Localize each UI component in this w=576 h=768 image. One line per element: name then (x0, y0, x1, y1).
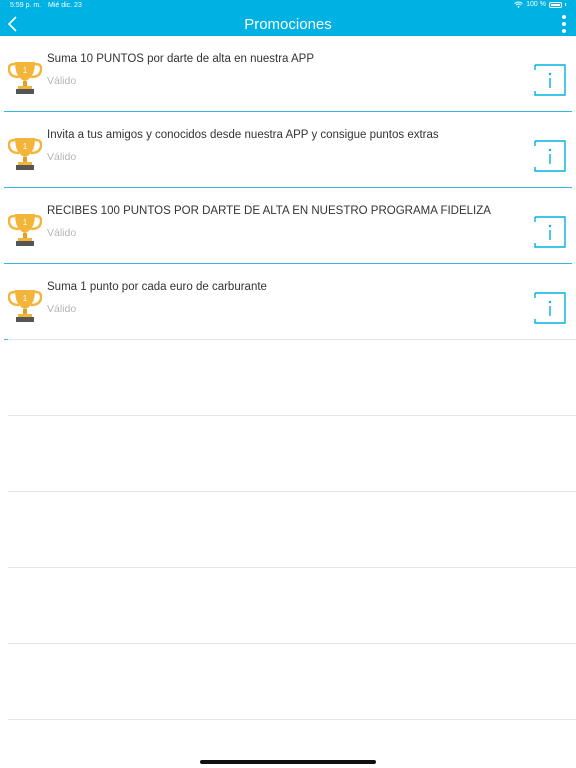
info-icon[interactable] (534, 140, 566, 172)
promotion-item[interactable]: 1 Invita a tus amigos y conocidos desde … (4, 112, 572, 188)
promotion-title: Invita a tus amigos y conocidos desde nu… (47, 129, 439, 141)
empty-row-divider (8, 339, 576, 340)
promotion-status: Válido (47, 75, 77, 87)
more-options-icon[interactable] (560, 14, 568, 34)
app-header: 5:59 p. m. Mié dic. 23 100 % Promociones (0, 0, 576, 36)
empty-row-divider (8, 719, 576, 720)
trophy-icon: 1 (8, 62, 42, 94)
promotion-title: RECIBES 100 PUNTOS POR DARTE DE ALTA EN … (47, 205, 491, 217)
status-right: 100 % (514, 1, 566, 8)
promotion-title: Suma 1 punto por cada euro de carburante (47, 281, 267, 293)
empty-row-divider (8, 491, 576, 492)
svg-text:1: 1 (23, 66, 28, 75)
info-icon[interactable] (534, 64, 566, 96)
promotion-item[interactable]: 1 Suma 10 PUNTOS por darte de alta en nu… (4, 36, 572, 112)
promotions-list: 1 Suma 10 PUNTOS por darte de alta en nu… (0, 36, 576, 340)
trophy-icon: 1 (8, 138, 42, 170)
status-bar: 5:59 p. m. Mié dic. 23 100 % (0, 0, 576, 11)
promotion-status: Válido (47, 227, 77, 239)
svg-text:1: 1 (23, 294, 28, 303)
promotion-item[interactable]: 1 Suma 1 punto por cada euro de carburan… (4, 264, 572, 340)
promotion-title: Suma 10 PUNTOS por darte de alta en nues… (47, 53, 314, 65)
promotion-status: Válido (47, 303, 77, 315)
info-icon[interactable] (534, 292, 566, 324)
promotion-item[interactable]: 1 RECIBES 100 PUNTOS POR DARTE DE ALTA E… (4, 188, 572, 264)
status-date: Mié dic. 23 (48, 2, 82, 9)
trophy-icon: 1 (8, 290, 42, 322)
home-indicator[interactable] (200, 760, 376, 764)
info-icon[interactable] (534, 216, 566, 248)
wifi-icon (514, 1, 523, 8)
battery-icon (549, 1, 562, 8)
empty-row-divider (8, 415, 576, 416)
svg-text:1: 1 (23, 218, 28, 227)
empty-row-divider (8, 643, 576, 644)
page-title: Promociones (244, 16, 332, 33)
battery-tip-icon (565, 3, 566, 6)
promotion-status: Válido (47, 151, 77, 163)
svg-text:1: 1 (23, 142, 28, 151)
empty-row-divider (8, 567, 576, 568)
battery-percent: 100 % (526, 1, 546, 8)
status-time: 5:59 p. m. (10, 2, 42, 9)
trophy-icon: 1 (8, 214, 42, 246)
